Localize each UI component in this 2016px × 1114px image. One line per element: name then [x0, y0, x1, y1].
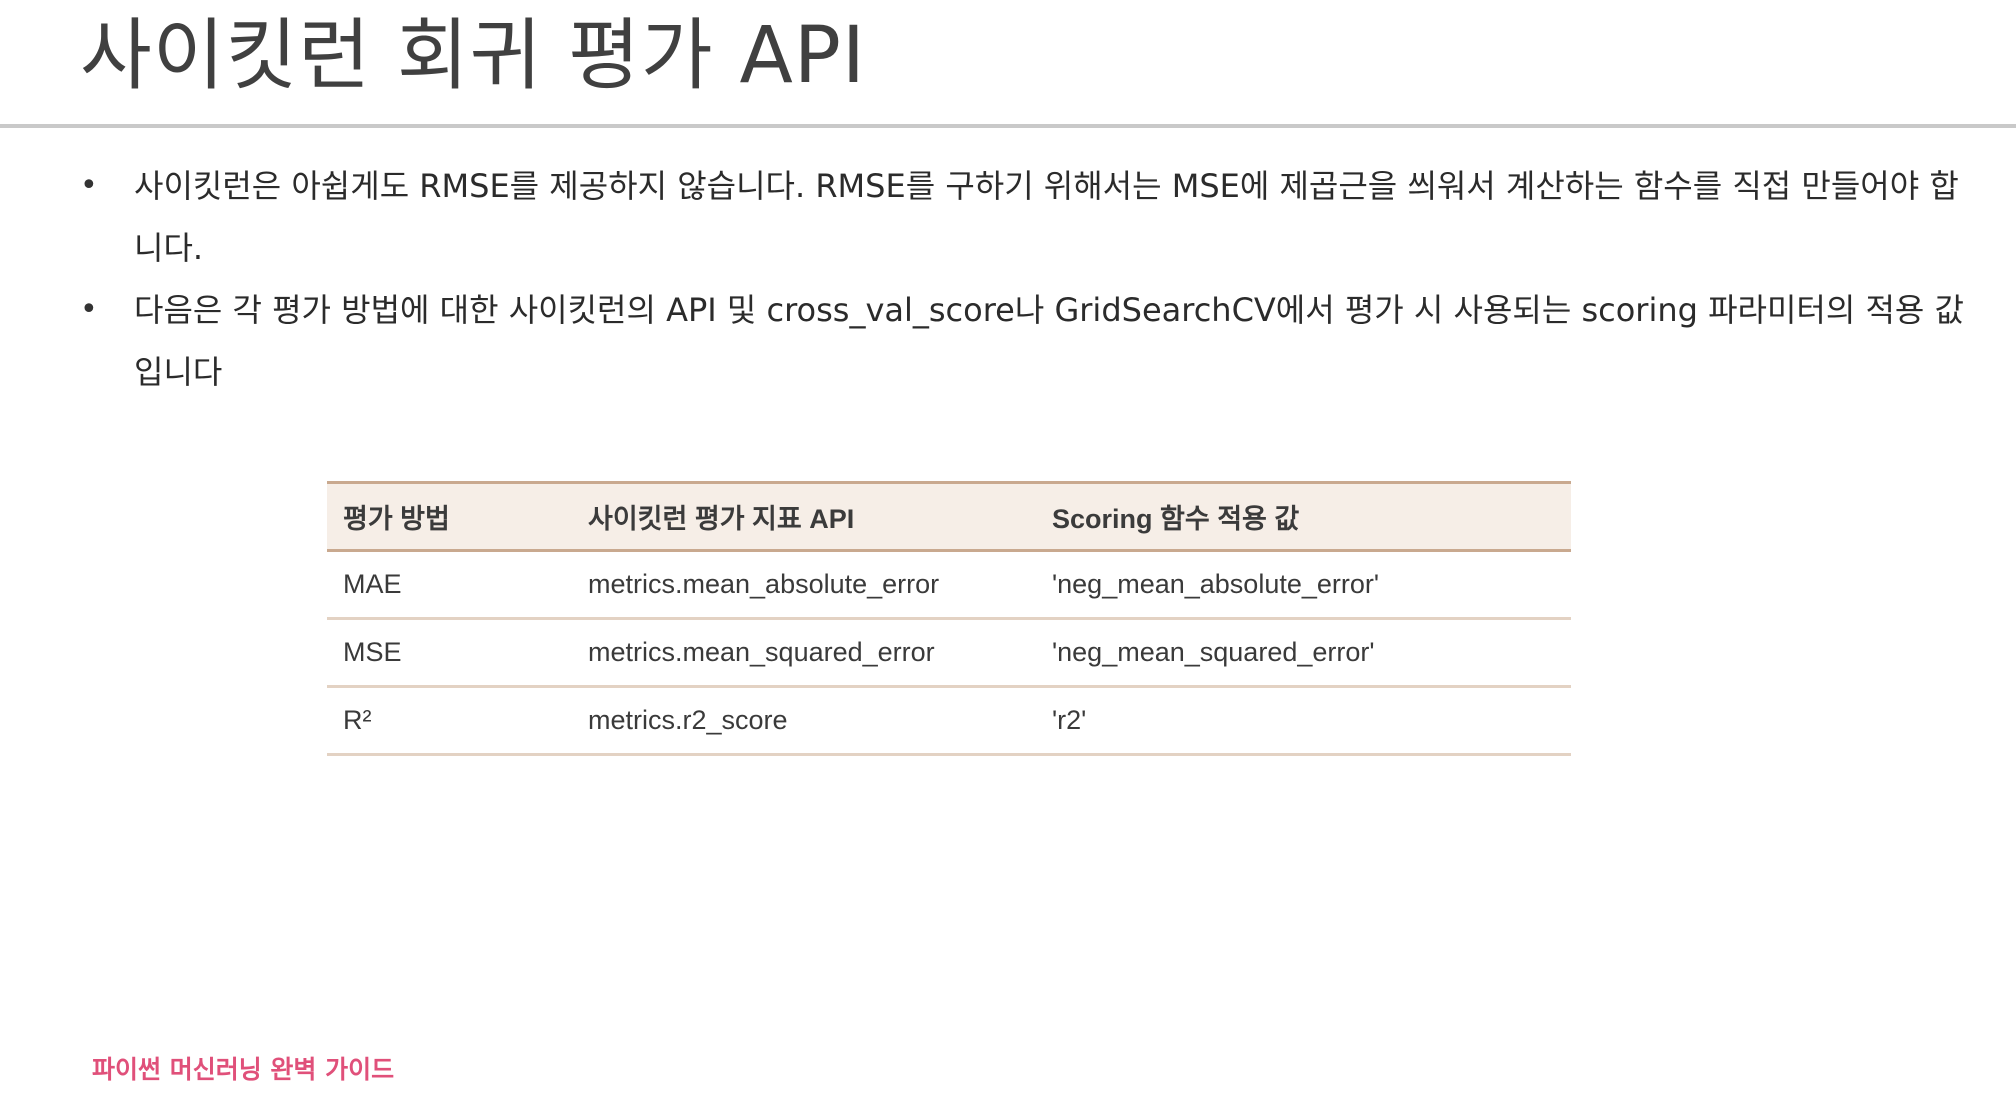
bullet-item: • 사이킷런은 아쉽게도 RMSE를 제공하지 않습니다. RMSE를 구하기 … [80, 155, 1980, 279]
bullet-text: 다음은 각 평가 방법에 대한 사이킷런의 API 및 cross_val_sc… [134, 291, 1964, 391]
table-row: R² metrics.r2_score 'r2' [327, 686, 1571, 756]
table-header-row: 평가 방법 사이킷런 평가 지표 API Scoring 함수 적용 값 [327, 482, 1571, 552]
table-body: MAE metrics.mean_absolute_error 'neg_mea… [327, 550, 1571, 756]
bullet-dot-icon: • [80, 292, 98, 327]
cell-api: metrics.mean_absolute_error [572, 550, 1036, 620]
bullet-dot-icon: • [80, 168, 98, 203]
table-header: 평가 방법 사이킷런 평가 지표 API Scoring 함수 적용 값 [327, 482, 1571, 552]
cell-method: MAE [327, 550, 572, 620]
cell-method: MSE [327, 618, 572, 688]
slide-title: 사이킷런 회귀 평가 API [80, 11, 866, 101]
cell-method: R² [327, 686, 572, 756]
header-sklearn-api: 사이킷런 평가 지표 API [572, 482, 1036, 552]
slide: 사이킷런 회귀 평가 API • 사이킷런은 아쉽게도 RMSE를 제공하지 않… [0, 0, 2016, 1114]
header-scoring-value: Scoring 함수 적용 값 [1036, 482, 1571, 552]
header-evaluation-method: 평가 방법 [327, 482, 572, 552]
cell-api: metrics.r2_score [572, 686, 1036, 756]
cell-scoring: 'neg_mean_absolute_error' [1036, 550, 1571, 620]
cell-api: metrics.mean_squared_error [572, 618, 1036, 688]
table-row: MAE metrics.mean_absolute_error 'neg_mea… [327, 550, 1571, 620]
bullet-list: • 사이킷런은 아쉽게도 RMSE를 제공하지 않습니다. RMSE를 구하기 … [80, 155, 1980, 403]
cell-scoring: 'r2' [1036, 686, 1571, 756]
title-bar: 사이킷런 회귀 평가 API [0, 0, 2016, 128]
table-row: MSE metrics.mean_squared_error 'neg_mean… [327, 618, 1571, 688]
bullet-item: • 다음은 각 평가 방법에 대한 사이킷런의 API 및 cross_val_… [80, 279, 1980, 403]
bullet-text: 사이킷런은 아쉽게도 RMSE를 제공하지 않습니다. RMSE를 구하기 위해… [134, 167, 1959, 267]
metrics-table: 평가 방법 사이킷런 평가 지표 API Scoring 함수 적용 값 MAE… [327, 481, 1571, 756]
cell-scoring: 'neg_mean_squared_error' [1036, 618, 1571, 688]
footer-book-title: 파이썬 머신러닝 완벽 가이드 [92, 1055, 395, 1084]
